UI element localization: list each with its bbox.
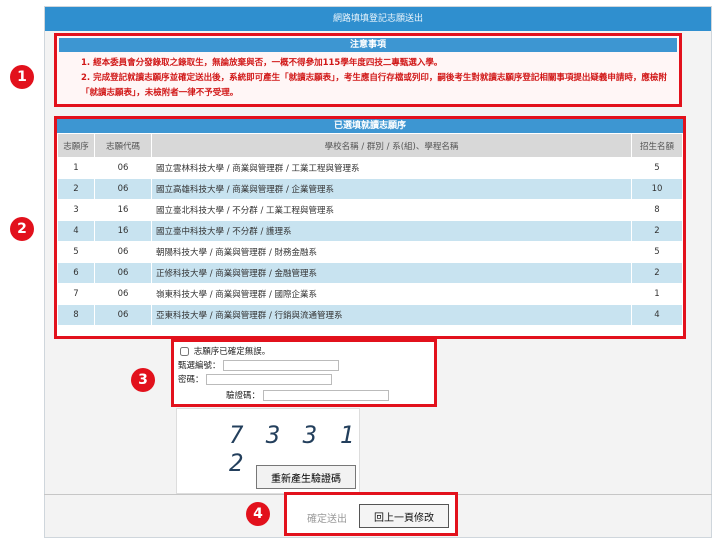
row-name: 朝陽科技大學 / 商業與管理群 / 財務金融系 <box>151 241 632 263</box>
row-code: 06 <box>94 283 152 305</box>
captcha-label: 驗證碼： <box>226 391 261 401</box>
password-row: 密碼： <box>178 374 333 386</box>
row-code: 06 <box>94 178 152 200</box>
row-code: 06 <box>94 157 152 179</box>
account-label: 甄選編號： <box>178 361 221 371</box>
choices-header: 已選填就讀志願序 <box>57 119 683 133</box>
badge-3: 3 <box>131 368 155 392</box>
row-quota: 5 <box>631 157 683 179</box>
table-row: 3 16 國立臺北科技大學 / 不分群 / 工業工程與管理系 8 <box>57 199 683 221</box>
table-row: 4 16 國立臺中科技大學 / 不分群 / 護理系 2 <box>57 220 683 242</box>
row-name: 亞東科技大學 / 商業與管理群 / 行銷與流通管理系 <box>151 304 632 326</box>
notice-list: 1. 經本委員會分發錄取之錄取生，無論放棄與否，一概不得參加115學年度四技二專… <box>57 56 679 101</box>
confirm-row: 志願序已確定無誤。 <box>178 346 270 358</box>
confirm-checkbox[interactable] <box>180 347 189 356</box>
account-input[interactable] <box>223 360 340 371</box>
row-order: 8 <box>57 304 95 326</box>
row-name: 嶺東科技大學 / 商業與管理群 / 國際企業系 <box>151 283 632 305</box>
login-form: 志願序已確定無誤。 甄選編號： 密碼： 驗證碼： <box>171 339 437 407</box>
regenerate-captcha-button[interactable]: 重新產生驗證碼 <box>256 465 356 489</box>
captcha-area: 7 3 3 1 2 重新產生驗證碼 <box>176 408 360 494</box>
notice-item: 1. 經本委員會分發錄取之錄取生，無論放棄與否，一概不得參加115學年度四技二專… <box>81 58 443 68</box>
row-name: 國立高雄科技大學 / 商業與管理群 / 企業管理系 <box>151 178 632 200</box>
table-row: 5 06 朝陽科技大學 / 商業與管理群 / 財務金融系 5 <box>57 241 683 263</box>
account-row: 甄選編號： <box>178 360 340 372</box>
col-order: 志願序 <box>57 133 95 158</box>
page-title: 網路填填登記志願送出 <box>45 7 711 31</box>
back-edit-button[interactable]: 回上一頁修改 <box>359 504 449 528</box>
row-name: 國立臺中科技大學 / 不分群 / 護理系 <box>151 220 632 242</box>
choices-panel: 已選填就讀志願序 志願序 志願代碼 學校名稱 / 群別 / 系(組)、學程名稱 … <box>54 116 686 339</box>
row-code: 16 <box>94 220 152 242</box>
badge-1: 1 <box>10 65 34 89</box>
row-order: 7 <box>57 283 95 305</box>
row-name: 國立臺北科技大學 / 不分群 / 工業工程與管理系 <box>151 199 632 221</box>
action-bar: 確定送出 回上一頁修改 <box>284 492 458 536</box>
row-quota: 2 <box>631 220 683 242</box>
col-code: 志願代碼 <box>94 133 152 158</box>
choices-table: 志願序 志願代碼 學校名稱 / 群別 / 系(組)、學程名稱 招生名額 1 06… <box>57 133 683 326</box>
row-order: 4 <box>57 220 95 242</box>
row-order: 5 <box>57 241 95 263</box>
row-code: 06 <box>94 241 152 263</box>
table-row: 8 06 亞東科技大學 / 商業與管理群 / 行銷與流通管理系 4 <box>57 304 683 326</box>
row-code: 06 <box>94 262 152 284</box>
row-order: 1 <box>57 157 95 179</box>
row-quota: 4 <box>631 304 683 326</box>
row-quota: 10 <box>631 178 683 200</box>
row-name: 國立雲林科技大學 / 商業與管理群 / 工業工程與管理系 <box>151 157 632 179</box>
confirm-label: 志願序已確定無誤。 <box>193 347 271 357</box>
col-quota: 招生名額 <box>631 133 683 158</box>
password-input[interactable] <box>206 374 333 385</box>
notice-item: 2. 完成登記就讀志願序並確定送出後，系統即可產生「就讀志願表」，考生應自行存檔… <box>81 73 667 98</box>
row-name: 正修科技大學 / 商業與管理群 / 金融管理系 <box>151 262 632 284</box>
row-code: 16 <box>94 199 152 221</box>
row-order: 2 <box>57 178 95 200</box>
row-quota: 5 <box>631 241 683 263</box>
badge-2: 2 <box>10 217 34 241</box>
row-code: 06 <box>94 304 152 326</box>
col-name: 學校名稱 / 群別 / 系(組)、學程名稱 <box>151 133 632 158</box>
password-label: 密碼： <box>178 375 204 385</box>
row-order: 6 <box>57 262 95 284</box>
row-quota: 8 <box>631 199 683 221</box>
captcha-row: 驗證碼： <box>226 390 389 402</box>
table-row: 1 06 國立雲林科技大學 / 商業與管理群 / 工業工程與管理系 5 <box>57 157 683 179</box>
notice-panel: 注意事項 1. 經本委員會分發錄取之錄取生，無論放棄與否，一概不得參加115學年… <box>54 33 682 107</box>
table-row: 6 06 正修科技大學 / 商業與管理群 / 金融管理系 2 <box>57 262 683 284</box>
row-quota: 2 <box>631 262 683 284</box>
table-row: 7 06 嶺東科技大學 / 商業與管理群 / 國際企業系 1 <box>57 283 683 305</box>
captcha-input[interactable] <box>262 390 389 401</box>
notice-header: 注意事項 <box>59 38 677 52</box>
row-order: 3 <box>57 199 95 221</box>
row-quota: 1 <box>631 283 683 305</box>
submit-button[interactable]: 確定送出 <box>298 506 356 528</box>
table-row: 2 06 國立高雄科技大學 / 商業與管理群 / 企業管理系 10 <box>57 178 683 200</box>
badge-4: 4 <box>246 502 270 526</box>
